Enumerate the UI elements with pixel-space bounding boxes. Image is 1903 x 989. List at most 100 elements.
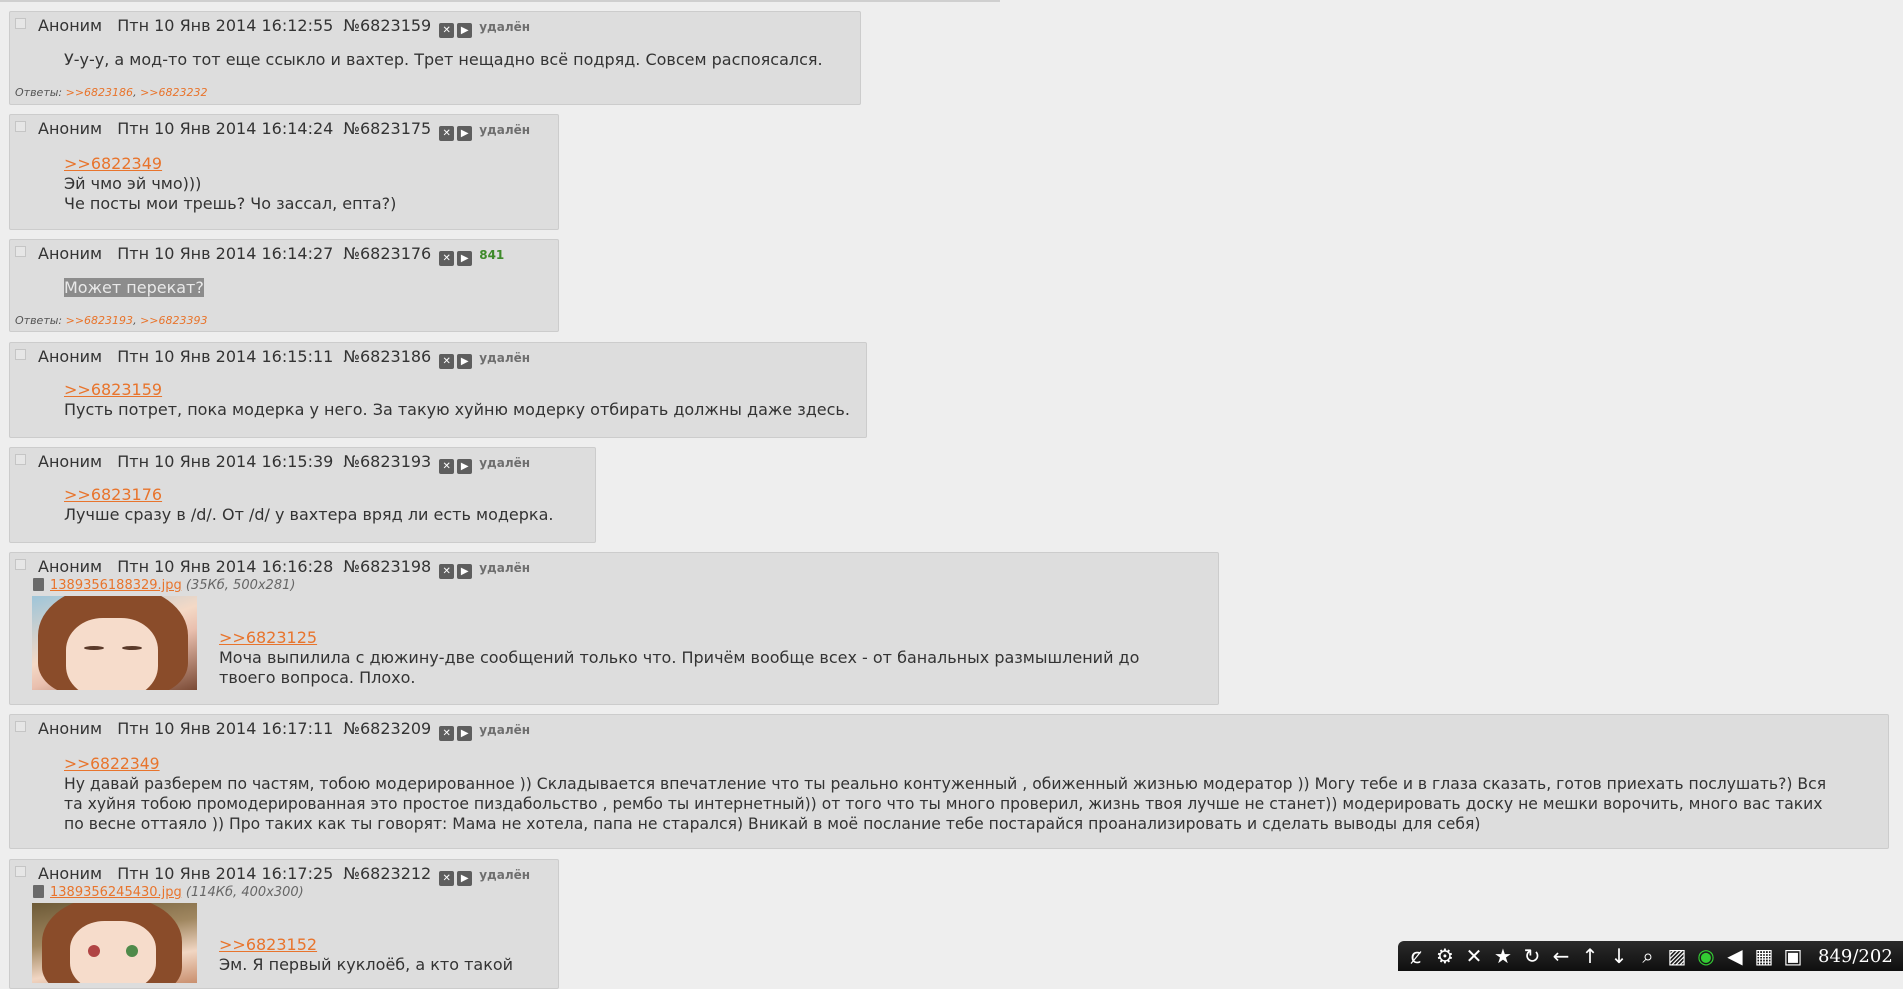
post-number[interactable]: №6823175 bbox=[343, 119, 431, 138]
post-number[interactable]: №6823198 bbox=[343, 557, 431, 576]
post-select-checkbox[interactable] bbox=[15, 721, 26, 732]
post-date: Птн 10 Янв 2014 16:12:55 bbox=[117, 16, 334, 35]
file-info: 1389356188329.jpg (35Кб, 500x281) bbox=[33, 578, 295, 593]
post-header: Аноним Птн 10 Янв 2014 16:14:27 №6823176 ✕… bbox=[38, 243, 514, 266]
expand-post-icon[interactable]: ▶ bbox=[457, 871, 473, 886]
post-message: >>6823159 Пусть потрет, пока модерка у н… bbox=[64, 380, 850, 420]
quote-link[interactable]: >>6822349 bbox=[64, 754, 1868, 774]
post-select-checkbox[interactable] bbox=[15, 246, 26, 257]
post-author: Аноним bbox=[38, 119, 103, 138]
message-line: по весне оттаяло )) Про таких как ты гов… bbox=[64, 815, 1481, 833]
post-select-checkbox[interactable] bbox=[15, 559, 26, 570]
close-x-icon[interactable]: ✕ bbox=[1462, 944, 1486, 968]
file-meta: (114Кб, 400x300) bbox=[185, 885, 304, 900]
arrow-up-icon[interactable]: ↑ bbox=[1578, 944, 1602, 968]
replies-label: Ответы: bbox=[15, 314, 63, 327]
post-replies: Ответы: >>6823186, >>6823232 bbox=[15, 86, 208, 99]
post-select-checkbox[interactable] bbox=[15, 18, 26, 29]
post-number[interactable]: №6823209 bbox=[343, 719, 431, 738]
post-header: Аноним Птн 10 Янв 2014 16:17:11 №6823209 ✕… bbox=[38, 718, 540, 741]
thumbnail-image[interactable] bbox=[32, 596, 197, 690]
favorites-star-icon[interactable]: ★ bbox=[1491, 944, 1515, 968]
hide-post-icon[interactable]: ✕ bbox=[439, 871, 455, 886]
post-date: Птн 10 Янв 2014 16:14:27 bbox=[117, 244, 334, 263]
post-status: удалён bbox=[479, 456, 531, 470]
post-date: Птн 10 Янв 2014 16:15:11 bbox=[117, 347, 334, 366]
post-status: 841 bbox=[479, 248, 505, 262]
dollchan-icon[interactable]: ȼ bbox=[1404, 944, 1428, 968]
message-line: У-у-у, а мод-то тот еще ссыкло и вахтер.… bbox=[64, 50, 823, 69]
hide-post-icon[interactable]: ✕ bbox=[439, 564, 455, 579]
post-status: удалён bbox=[479, 123, 531, 137]
reply-link[interactable]: >>6823393 bbox=[140, 314, 207, 327]
expand-post-icon[interactable]: ▶ bbox=[457, 251, 473, 266]
hide-post-icon[interactable]: ✕ bbox=[439, 726, 455, 741]
post-header: Аноним Птн 10 Янв 2014 16:15:39 №6823193 ✕… bbox=[38, 451, 540, 474]
grid-icon[interactable]: ▦ bbox=[1752, 944, 1776, 968]
post-status: удалён bbox=[479, 561, 531, 575]
expand-post-icon[interactable]: ▶ bbox=[457, 126, 473, 141]
hide-post-icon[interactable]: ✕ bbox=[439, 354, 455, 369]
hide-post-icon[interactable]: ✕ bbox=[439, 459, 455, 474]
reply-link[interactable]: >>6823186 bbox=[66, 86, 133, 99]
refresh-icon[interactable]: ↻ bbox=[1520, 944, 1544, 968]
arrow-down-icon[interactable]: ↓ bbox=[1607, 944, 1631, 968]
reply-link[interactable]: >>6823193 bbox=[66, 314, 133, 327]
post-number[interactable]: №6823193 bbox=[343, 452, 431, 471]
post-status: удалён bbox=[479, 723, 531, 737]
post-message: У-у-у, а мод-то тот еще ссыкло и вахтер.… bbox=[64, 50, 823, 70]
mute-icon[interactable]: ◀ bbox=[1723, 944, 1747, 968]
post-6823212: Аноним Птн 10 Янв 2014 16:17:25 №6823212 ✕… bbox=[9, 859, 559, 989]
hatch-icon[interactable]: ▨ bbox=[1665, 944, 1689, 968]
post-select-checkbox[interactable] bbox=[15, 121, 26, 132]
post-author: Аноним bbox=[38, 244, 103, 263]
arrow-left-icon[interactable]: ← bbox=[1549, 944, 1573, 968]
quote-link[interactable]: >>6823159 bbox=[64, 380, 850, 400]
post-author: Аноним bbox=[38, 557, 103, 576]
post-number[interactable]: №6823176 bbox=[343, 244, 431, 263]
quote-link[interactable]: >>6823152 bbox=[219, 935, 513, 955]
post-number[interactable]: №6823186 bbox=[343, 347, 431, 366]
post-replies: Ответы: >>6823193, >>6823393 bbox=[15, 314, 208, 327]
message-line: твоего вопроса. Плохо. bbox=[219, 668, 416, 687]
message-line: Эй чмо эй чмо))) bbox=[64, 174, 202, 193]
message-line: Че посты мои трешь? Чо зассал, епта?) bbox=[64, 194, 397, 213]
post-author: Аноним bbox=[38, 16, 103, 35]
settings-gear-icon[interactable]: ⚙ bbox=[1433, 944, 1457, 968]
file-name-link[interactable]: 1389356245430.jpg bbox=[50, 885, 182, 900]
post-author: Аноним bbox=[38, 864, 103, 883]
reply-link[interactable]: >>6823232 bbox=[140, 86, 207, 99]
zoom-icon[interactable]: ⌕ bbox=[1636, 944, 1660, 968]
expand-post-icon[interactable]: ▶ bbox=[457, 354, 473, 369]
post-date: Птн 10 Янв 2014 16:16:28 bbox=[117, 557, 334, 576]
post-select-checkbox[interactable] bbox=[15, 349, 26, 360]
hide-post-icon[interactable]: ✕ bbox=[439, 251, 455, 266]
eye-icon[interactable]: ◉ bbox=[1694, 944, 1718, 968]
post-header: Аноним Птн 10 Янв 2014 16:16:28 №6823198 ✕… bbox=[38, 556, 540, 579]
quote-link[interactable]: >>6823125 bbox=[219, 628, 1139, 648]
post-select-checkbox[interactable] bbox=[15, 454, 26, 465]
post-header: Аноним Птн 10 Янв 2014 16:12:55 №6823159 ✕… bbox=[38, 15, 540, 38]
file-name-link[interactable]: 1389356188329.jpg bbox=[50, 578, 182, 593]
expand-post-icon[interactable]: ▶ bbox=[457, 459, 473, 474]
message-line: Пусть потрет, пока модерка у него. За та… bbox=[64, 400, 850, 419]
hide-post-icon[interactable]: ✕ bbox=[439, 23, 455, 38]
expand-post-icon[interactable]: ▶ bbox=[457, 564, 473, 579]
quote-link[interactable]: >>6822349 bbox=[64, 154, 396, 174]
post-number[interactable]: №6823159 bbox=[343, 16, 431, 35]
expand-post-icon[interactable]: ▶ bbox=[457, 726, 473, 741]
message-line: Эм. Я первый куклоёб, а кто такой bbox=[219, 955, 514, 974]
post-6823175: Аноним Птн 10 Янв 2014 16:14:24 №6823175 ✕… bbox=[9, 114, 559, 230]
quote-link[interactable]: >>6823176 bbox=[64, 485, 553, 505]
post-message: >>6823176 Лучше сразу в /d/. От /d/ у ва… bbox=[64, 485, 553, 525]
post-number[interactable]: №6823212 bbox=[343, 864, 431, 883]
hide-post-icon[interactable]: ✕ bbox=[439, 126, 455, 141]
post-author: Аноним bbox=[38, 719, 103, 738]
selected-text: Может перекат? bbox=[64, 278, 204, 297]
thumbnail-image[interactable] bbox=[32, 903, 197, 983]
post-select-checkbox[interactable] bbox=[15, 866, 26, 877]
save-icon[interactable]: ▣ bbox=[1781, 944, 1805, 968]
post-status: удалён bbox=[479, 20, 531, 34]
dollchan-toolbar: ȼ ⚙ ✕ ★ ↻ ← ↑ ↓ ⌕ ▨ ◉ ◀ ▦ ▣ 849/202 bbox=[1398, 941, 1903, 971]
expand-post-icon[interactable]: ▶ bbox=[457, 23, 473, 38]
